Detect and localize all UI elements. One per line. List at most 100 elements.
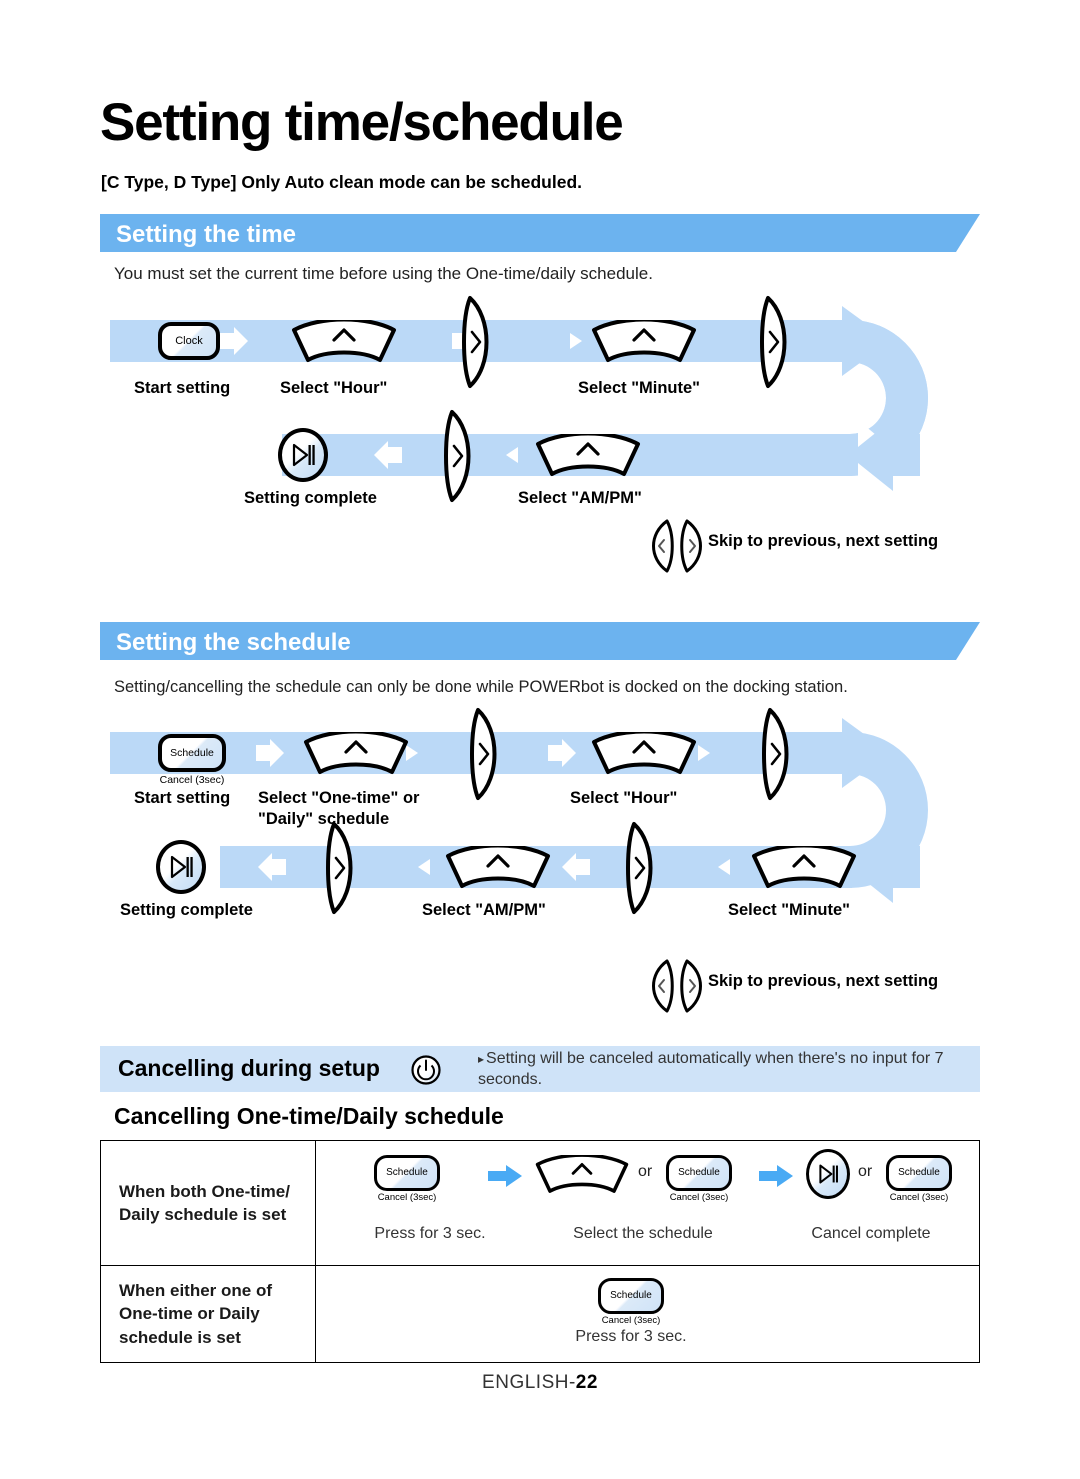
arc-up-key-icon[interactable]	[290, 317, 398, 366]
skip-next-key-icon[interactable]	[464, 706, 508, 802]
clock-key-label: Clock	[175, 334, 203, 347]
schedule-key-button[interactable]: Schedule	[374, 1155, 440, 1191]
arc-up-key-icon[interactable]	[750, 843, 858, 892]
setting-schedule-intro: Setting/cancelling the schedule can only…	[114, 678, 848, 696]
flow2-label-select-hour: Select "Hour"	[570, 789, 678, 807]
schedule-key-button[interactable]: Schedule	[666, 1155, 732, 1191]
blue-arrow-icon	[759, 1165, 793, 1187]
schedule-key-sublabel: Cancel (3sec)	[889, 1192, 949, 1203]
flow2-step-skip-next-4[interactable]	[620, 820, 664, 921]
blue-arrow-icon	[488, 1165, 522, 1187]
cancel-row1-schedule-key-3[interactable]: Schedule Cancel (3sec)	[886, 1155, 952, 1203]
cancel-row1-arc-key[interactable]	[534, 1153, 630, 1202]
skip-next-key-icon[interactable]	[320, 820, 364, 916]
cancel-row2-caption-1: Press for 3 sec.	[575, 1328, 687, 1345]
schedule-key-sublabel: Cancel (3sec)	[601, 1315, 661, 1326]
schedule-key-sublabel: Cancel (3sec)	[669, 1192, 729, 1203]
schedule-key-label: Schedule	[386, 1167, 428, 1178]
section-header-label: Setting the schedule	[116, 629, 351, 656]
section-header-label: Setting the time	[116, 221, 297, 248]
arc-up-key-icon[interactable]	[534, 1153, 630, 1197]
table-row: When either one of One-time or Daily sch…	[101, 1266, 979, 1362]
flow1-skip-legend-icons	[645, 518, 715, 579]
cancelling-schedule-table: When both One-time/ Daily schedule is se…	[100, 1140, 980, 1363]
arc-up-key-icon[interactable]	[534, 431, 642, 480]
flow2-label-setting-complete: Setting complete	[120, 901, 253, 919]
play-pause-key-button[interactable]	[156, 840, 206, 894]
cancelling-schedule-subheading: Cancelling One-time/Daily schedule	[114, 1103, 504, 1129]
flow2-step-skip-next-3[interactable]	[320, 820, 364, 921]
schedule-key-button[interactable]: Schedule	[598, 1278, 664, 1314]
flow2-step-skip-next-1[interactable]	[464, 706, 508, 807]
page-subtitle: [C Type, D Type] Only Auto clean mode ca…	[101, 172, 583, 192]
cancelling-band-note-wrap: ▸ Setting will be canceled automatically …	[478, 1049, 968, 1091]
skip-next-key-icon[interactable]	[756, 706, 800, 802]
flow1-label-select-hour: Select "Hour"	[280, 379, 388, 397]
cancel-row1-or-2: or	[858, 1163, 873, 1180]
arc-up-key-icon[interactable]	[302, 729, 410, 778]
play-pause-key-button[interactable]	[806, 1149, 850, 1199]
cancel-row1-or-1: or	[638, 1163, 653, 1180]
flow2-label-select-ampm: Select "AM/PM"	[422, 901, 546, 919]
setting-time-intro: You must set the current time before usi…	[114, 264, 653, 283]
schedule-key-sublabel: Cancel (3sec)	[159, 774, 225, 786]
flow1-step-skip-next-1[interactable]	[456, 294, 500, 395]
flow1-label-select-minute: Select "Minute"	[578, 379, 701, 397]
flow2-step-complete[interactable]	[156, 840, 206, 894]
flow1-step-arc-hour[interactable]	[290, 317, 398, 371]
table-row: When both One-time/ Daily schedule is se…	[101, 1141, 979, 1266]
flow2-step-schedule-key[interactable]: Schedule Cancel (3sec)	[158, 734, 226, 786]
flow1-step-skip-next-3[interactable]	[438, 408, 482, 509]
flow1-step-skip-next-2[interactable]	[754, 294, 798, 395]
cancel-row1-caption-3: Cancel complete	[811, 1225, 931, 1242]
schedule-key-button[interactable]: Schedule	[886, 1155, 952, 1191]
flow2-step-arc-ampm[interactable]	[444, 843, 552, 897]
flow2-skip-legend-icons	[645, 958, 715, 1019]
flow2-step-arc-minute[interactable]	[750, 843, 858, 897]
skip-next-key-icon[interactable]	[456, 294, 500, 390]
schedule-key-label: Schedule	[678, 1167, 720, 1178]
schedule-key-label: Schedule	[610, 1290, 652, 1301]
flow1-step-complete[interactable]	[278, 428, 328, 482]
flow1-step-clock-key[interactable]: Clock	[158, 322, 220, 360]
cancel-row1-schedule-key-2[interactable]: Schedule Cancel (3sec)	[666, 1155, 732, 1203]
schedule-key-button[interactable]: Schedule	[158, 734, 226, 772]
flow2-label-select-minute: Select "Minute"	[728, 901, 851, 919]
cancel-row1-schedule-key-1[interactable]: Schedule Cancel (3sec)	[374, 1155, 440, 1203]
flow2-step-arc-mode[interactable]	[302, 729, 410, 783]
skip-previous-next-icon	[652, 519, 702, 573]
play-pause-icon	[170, 855, 193, 879]
skip-next-key-icon[interactable]	[620, 820, 664, 916]
table-row-body: Schedule Cancel (3sec) Press for 3 sec.	[316, 1266, 979, 1362]
cancel-row2-schedule-key[interactable]: Schedule Cancel (3sec)	[598, 1278, 664, 1326]
schedule-key-label: Schedule	[898, 1167, 940, 1178]
cancelling-during-setup-band: Cancelling during setup ▸ Setting will be…	[100, 1046, 980, 1092]
flow1-step-arc-minute[interactable]	[590, 317, 698, 371]
play-pause-icon	[292, 443, 315, 467]
page-footer: ENGLISH-22	[0, 1372, 1080, 1394]
schedule-key-label: Schedule	[170, 746, 214, 759]
flow1-label-start-setting: Start setting	[134, 379, 231, 397]
arc-up-key-icon[interactable]	[444, 843, 552, 892]
manual-page: Setting time/schedule [C Type, D Type] O…	[0, 0, 1080, 1479]
page-title: Setting time/schedule	[100, 93, 624, 152]
arc-up-key-icon[interactable]	[590, 317, 698, 366]
bullet-triangle-icon: ▸	[478, 1052, 485, 1066]
table-row-label: When both One-time/ Daily schedule is se…	[101, 1141, 316, 1265]
arc-up-key-icon[interactable]	[590, 729, 698, 778]
play-pause-key-button[interactable]	[278, 428, 328, 482]
flow1-step-arc-ampm[interactable]	[534, 431, 642, 485]
clock-key-button[interactable]: Clock	[158, 322, 220, 360]
flow-diagram-setting-schedule: Schedule Cancel (3sec) Start setting Sel…	[100, 708, 1000, 1030]
section-header-setting-the-time: Setting the time	[100, 214, 980, 252]
skip-next-key-icon[interactable]	[438, 408, 482, 504]
cancel-row1-play-pause-key[interactable]	[806, 1149, 850, 1199]
cancel-row1-caption-1: Press for 3 sec.	[374, 1225, 486, 1242]
skip-next-key-icon[interactable]	[754, 294, 798, 390]
cancel-row1-caption-2: Select the schedule	[573, 1225, 713, 1242]
flow2-step-arc-hour[interactable]	[590, 729, 698, 783]
table-row-label: When either one of One-time or Daily sch…	[101, 1266, 316, 1362]
cancelling-band-note: Setting will be canceled automatically w…	[478, 1050, 944, 1088]
flow2-step-skip-next-2[interactable]	[756, 706, 800, 807]
flow2-label-start-setting: Start setting	[134, 789, 231, 807]
